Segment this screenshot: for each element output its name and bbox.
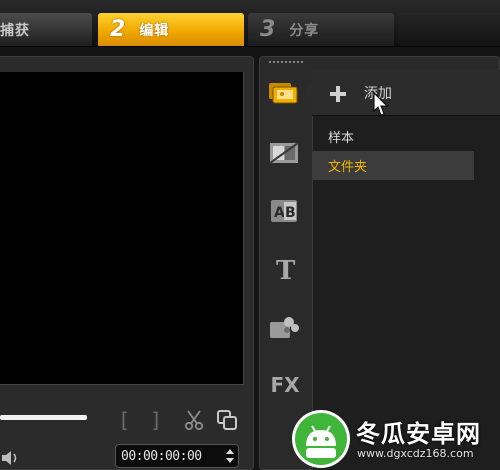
tab-capture[interactable]: 捕获: [0, 13, 92, 46]
tab-share-label: 分享: [289, 22, 320, 39]
volume-icon[interactable]: [0, 448, 20, 468]
preview-screen[interactable]: [0, 72, 244, 385]
tab-edit-number: 2: [110, 17, 126, 42]
cut-icon[interactable]: [183, 409, 205, 431]
mark-out-button[interactable]: ]: [150, 408, 162, 432]
transition-icon[interactable]: [268, 140, 302, 166]
scrubber-bar[interactable]: [0, 415, 87, 420]
active-tab-pointer: [304, 82, 313, 100]
mark-in-button[interactable]: [: [118, 408, 130, 432]
watermark-logo-icon: [292, 410, 350, 468]
text-t-icon[interactable]: T: [268, 256, 302, 282]
svg-text:T: T: [276, 256, 296, 282]
timecode-value: 00:00:00:00: [121, 448, 202, 464]
effects-icon[interactable]: [268, 314, 302, 340]
title-ab-icon[interactable]: A B: [268, 198, 302, 224]
tab-capture-label: 捕获: [0, 22, 30, 39]
add-icon[interactable]: [328, 84, 348, 104]
watermark-title: 冬瓜安卓网: [356, 420, 481, 448]
library-item-folder[interactable]: 文件夹: [312, 151, 474, 180]
timecode-field[interactable]: 00:00:00:00: [115, 444, 239, 468]
tab-bar-filler: [398, 13, 500, 46]
media-icon[interactable]: [268, 80, 302, 106]
library-item-sample-label: 样本: [328, 131, 355, 146]
svg-text:B: B: [285, 205, 296, 221]
tab-share[interactable]: 3 分享: [248, 13, 394, 46]
workflow-bar: 捕获 2 编辑 3 分享: [0, 0, 500, 47]
fx-icon[interactable]: FX: [268, 372, 302, 398]
spin-arrows-icon[interactable]: [225, 448, 235, 464]
copy-icon[interactable]: [216, 409, 238, 431]
svg-text:A: A: [274, 205, 285, 221]
tab-share-number: 3: [260, 17, 276, 42]
mouse-cursor-icon: [373, 92, 389, 116]
tab-edit[interactable]: 2 编辑: [98, 13, 244, 46]
library-item-sample[interactable]: 样本: [312, 122, 474, 151]
watermark-url: www.dgxcdz168.com: [357, 447, 474, 460]
library-item-folder-label: 文件夹: [328, 160, 368, 175]
panel-grip[interactable]: [268, 60, 304, 64]
tab-edit-label: 编辑: [139, 22, 170, 39]
